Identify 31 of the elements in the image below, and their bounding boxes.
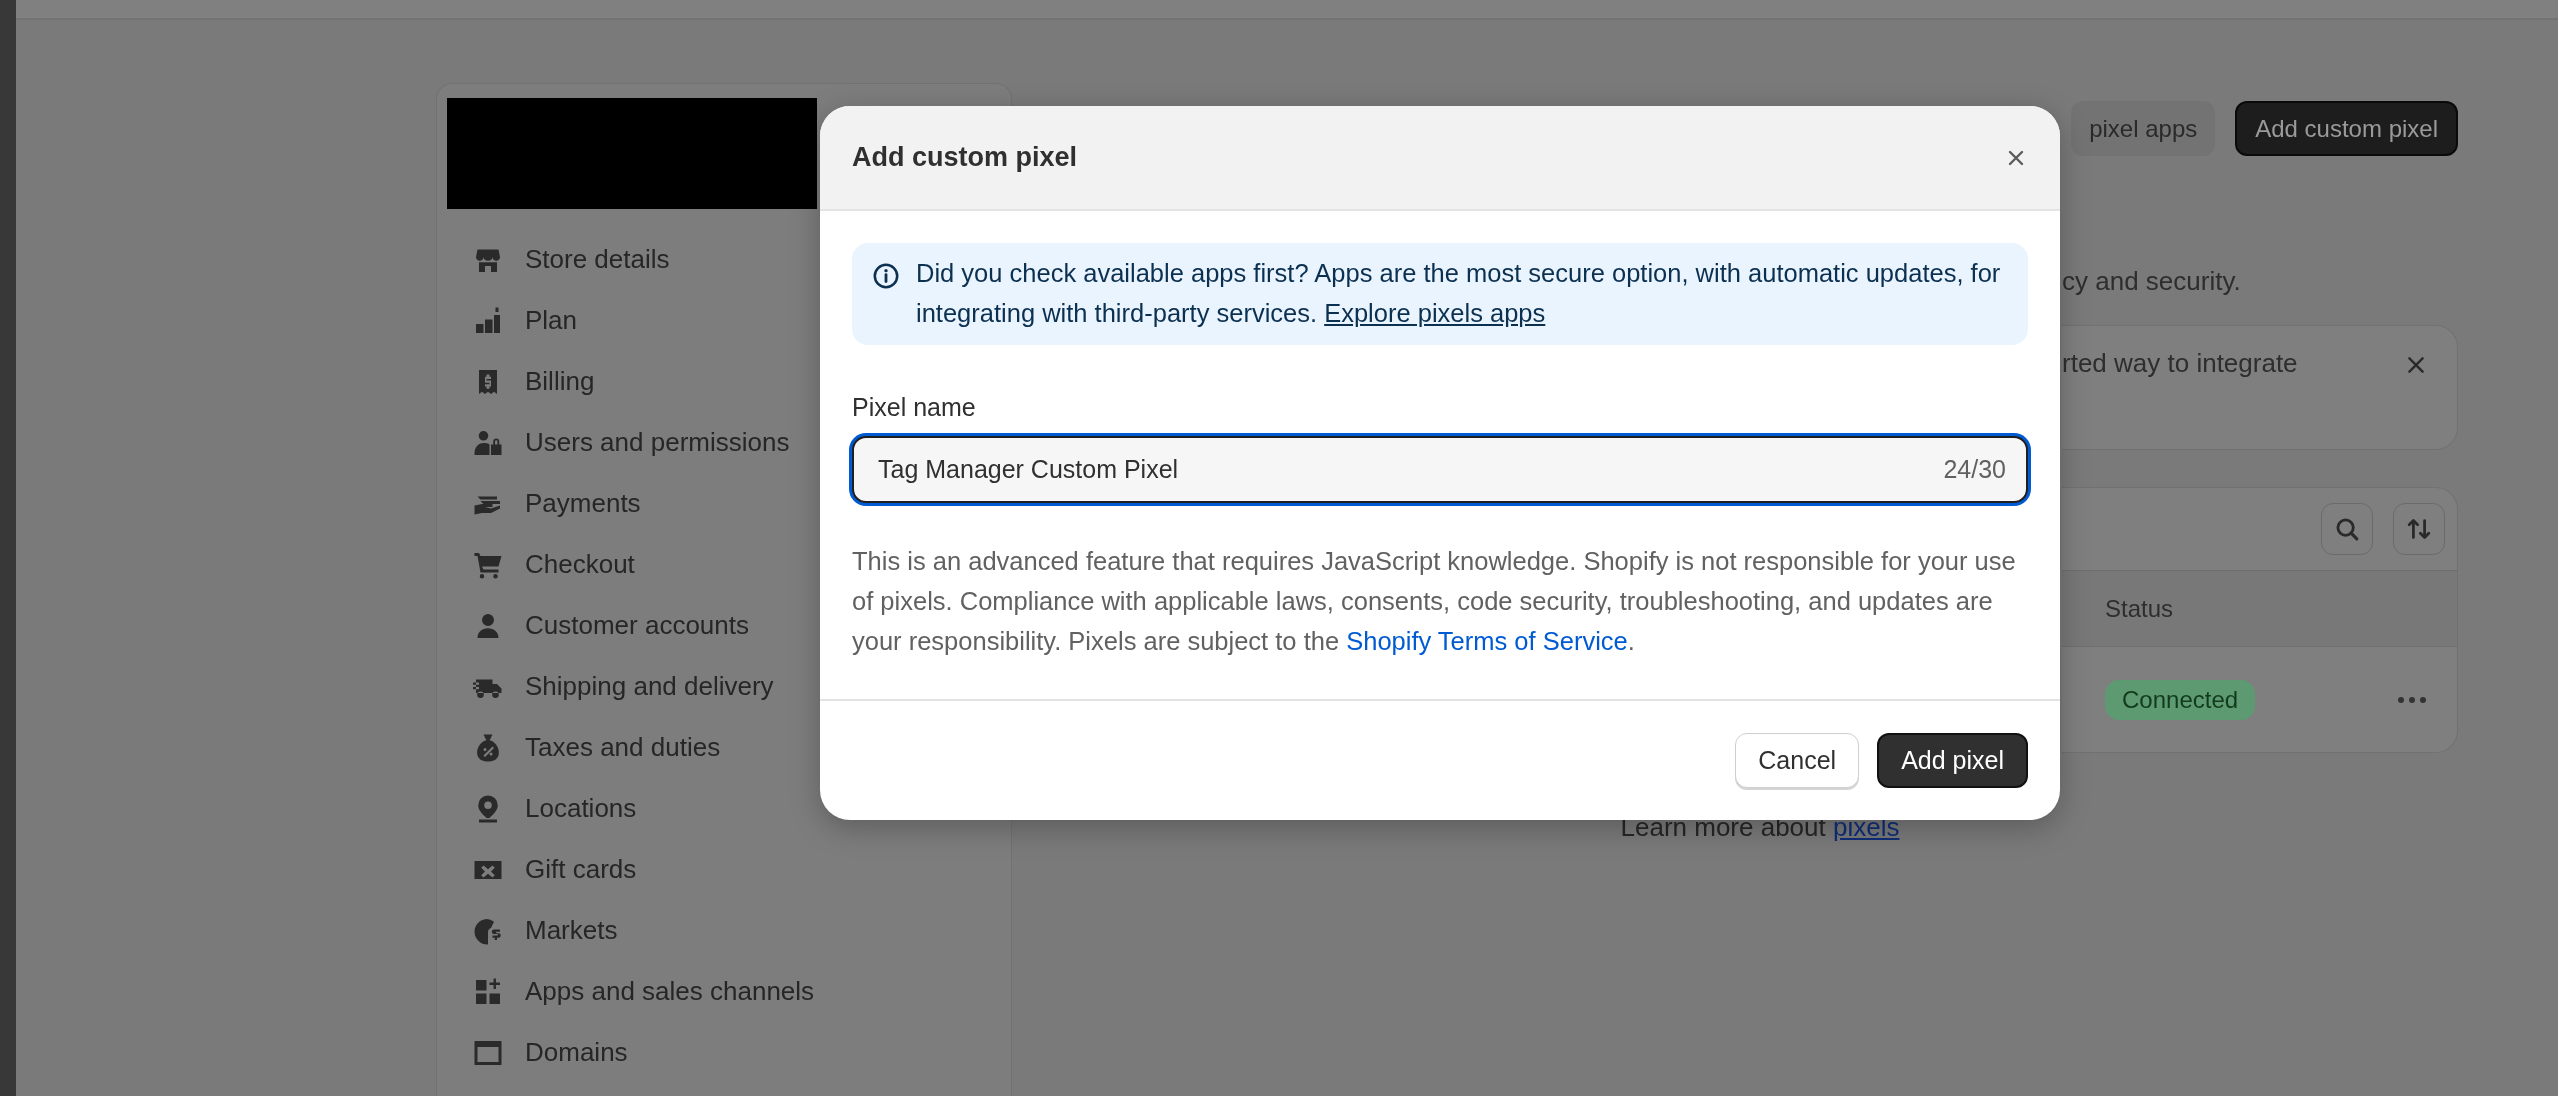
sidebar-item[interactable]: Markets	[447, 900, 1011, 961]
sort-button[interactable]	[2393, 503, 2445, 555]
description-text: cy and security.	[2062, 266, 2242, 297]
sidebar-item[interactable]: Taxes and duties	[447, 717, 1011, 778]
field-frame[interactable]: Tag Manager Custom Pixel 24/30	[852, 436, 2028, 503]
banner-text: rted way to integrate	[2062, 348, 2298, 380]
status-badge: Connected	[2105, 679, 2256, 720]
steps-icon	[473, 305, 503, 336]
sidebar-item[interactable]: Shipping and delivery	[447, 656, 1011, 717]
dialog-button[interactable]: Cancel	[1735, 733, 1860, 788]
explore-link[interactable]: Explore pixels apps	[1324, 299, 1546, 327]
field-label: Pixel name	[852, 393, 977, 422]
disclaimer-text: This is an advanced feature that requires JavaScript knowledge. Shopify is not responsible for your use of pixels. Compliance with applicable laws, consents, code security, troubleshooting, and updates are your responsibility. Pixels are subject to the Shopify Terms of Service.	[852, 546, 2017, 657]
close-icon[interactable]	[2405, 354, 2427, 376]
notice-text: Did you check available apps first? Apps are the most secure option, with automatic updates, for integrating with third-party services. Explore pixels apps	[916, 258, 2002, 329]
header-button[interactable]: Add custom pixel	[2235, 101, 2458, 156]
dialog-button[interactable]: Add pixel	[1877, 733, 2028, 788]
column-header: Status	[2105, 594, 2174, 623]
more-icon[interactable]	[2397, 695, 2427, 704]
character-counter: 24/30	[1943, 455, 2006, 484]
header-button[interactable]: pixel apps	[2071, 101, 2216, 156]
modal-title: Add custom pixel	[852, 142, 1078, 173]
apps-icon	[473, 976, 503, 1007]
terms-link[interactable]: Shopify Terms of Service	[1346, 627, 1628, 655]
input-field[interactable]: Tag Manager Custom Pixel	[878, 455, 1944, 484]
sidebar-item[interactable]: Apps and sales channels	[447, 961, 1011, 1022]
search-button[interactable]	[2321, 503, 2373, 555]
sidebar-item[interactable]: Gift cards	[447, 839, 1011, 900]
sidebar-item[interactable]: Locations	[447, 778, 1011, 839]
info-icon	[872, 262, 900, 290]
sidebar-item[interactable]: Domains	[447, 1022, 1011, 1083]
